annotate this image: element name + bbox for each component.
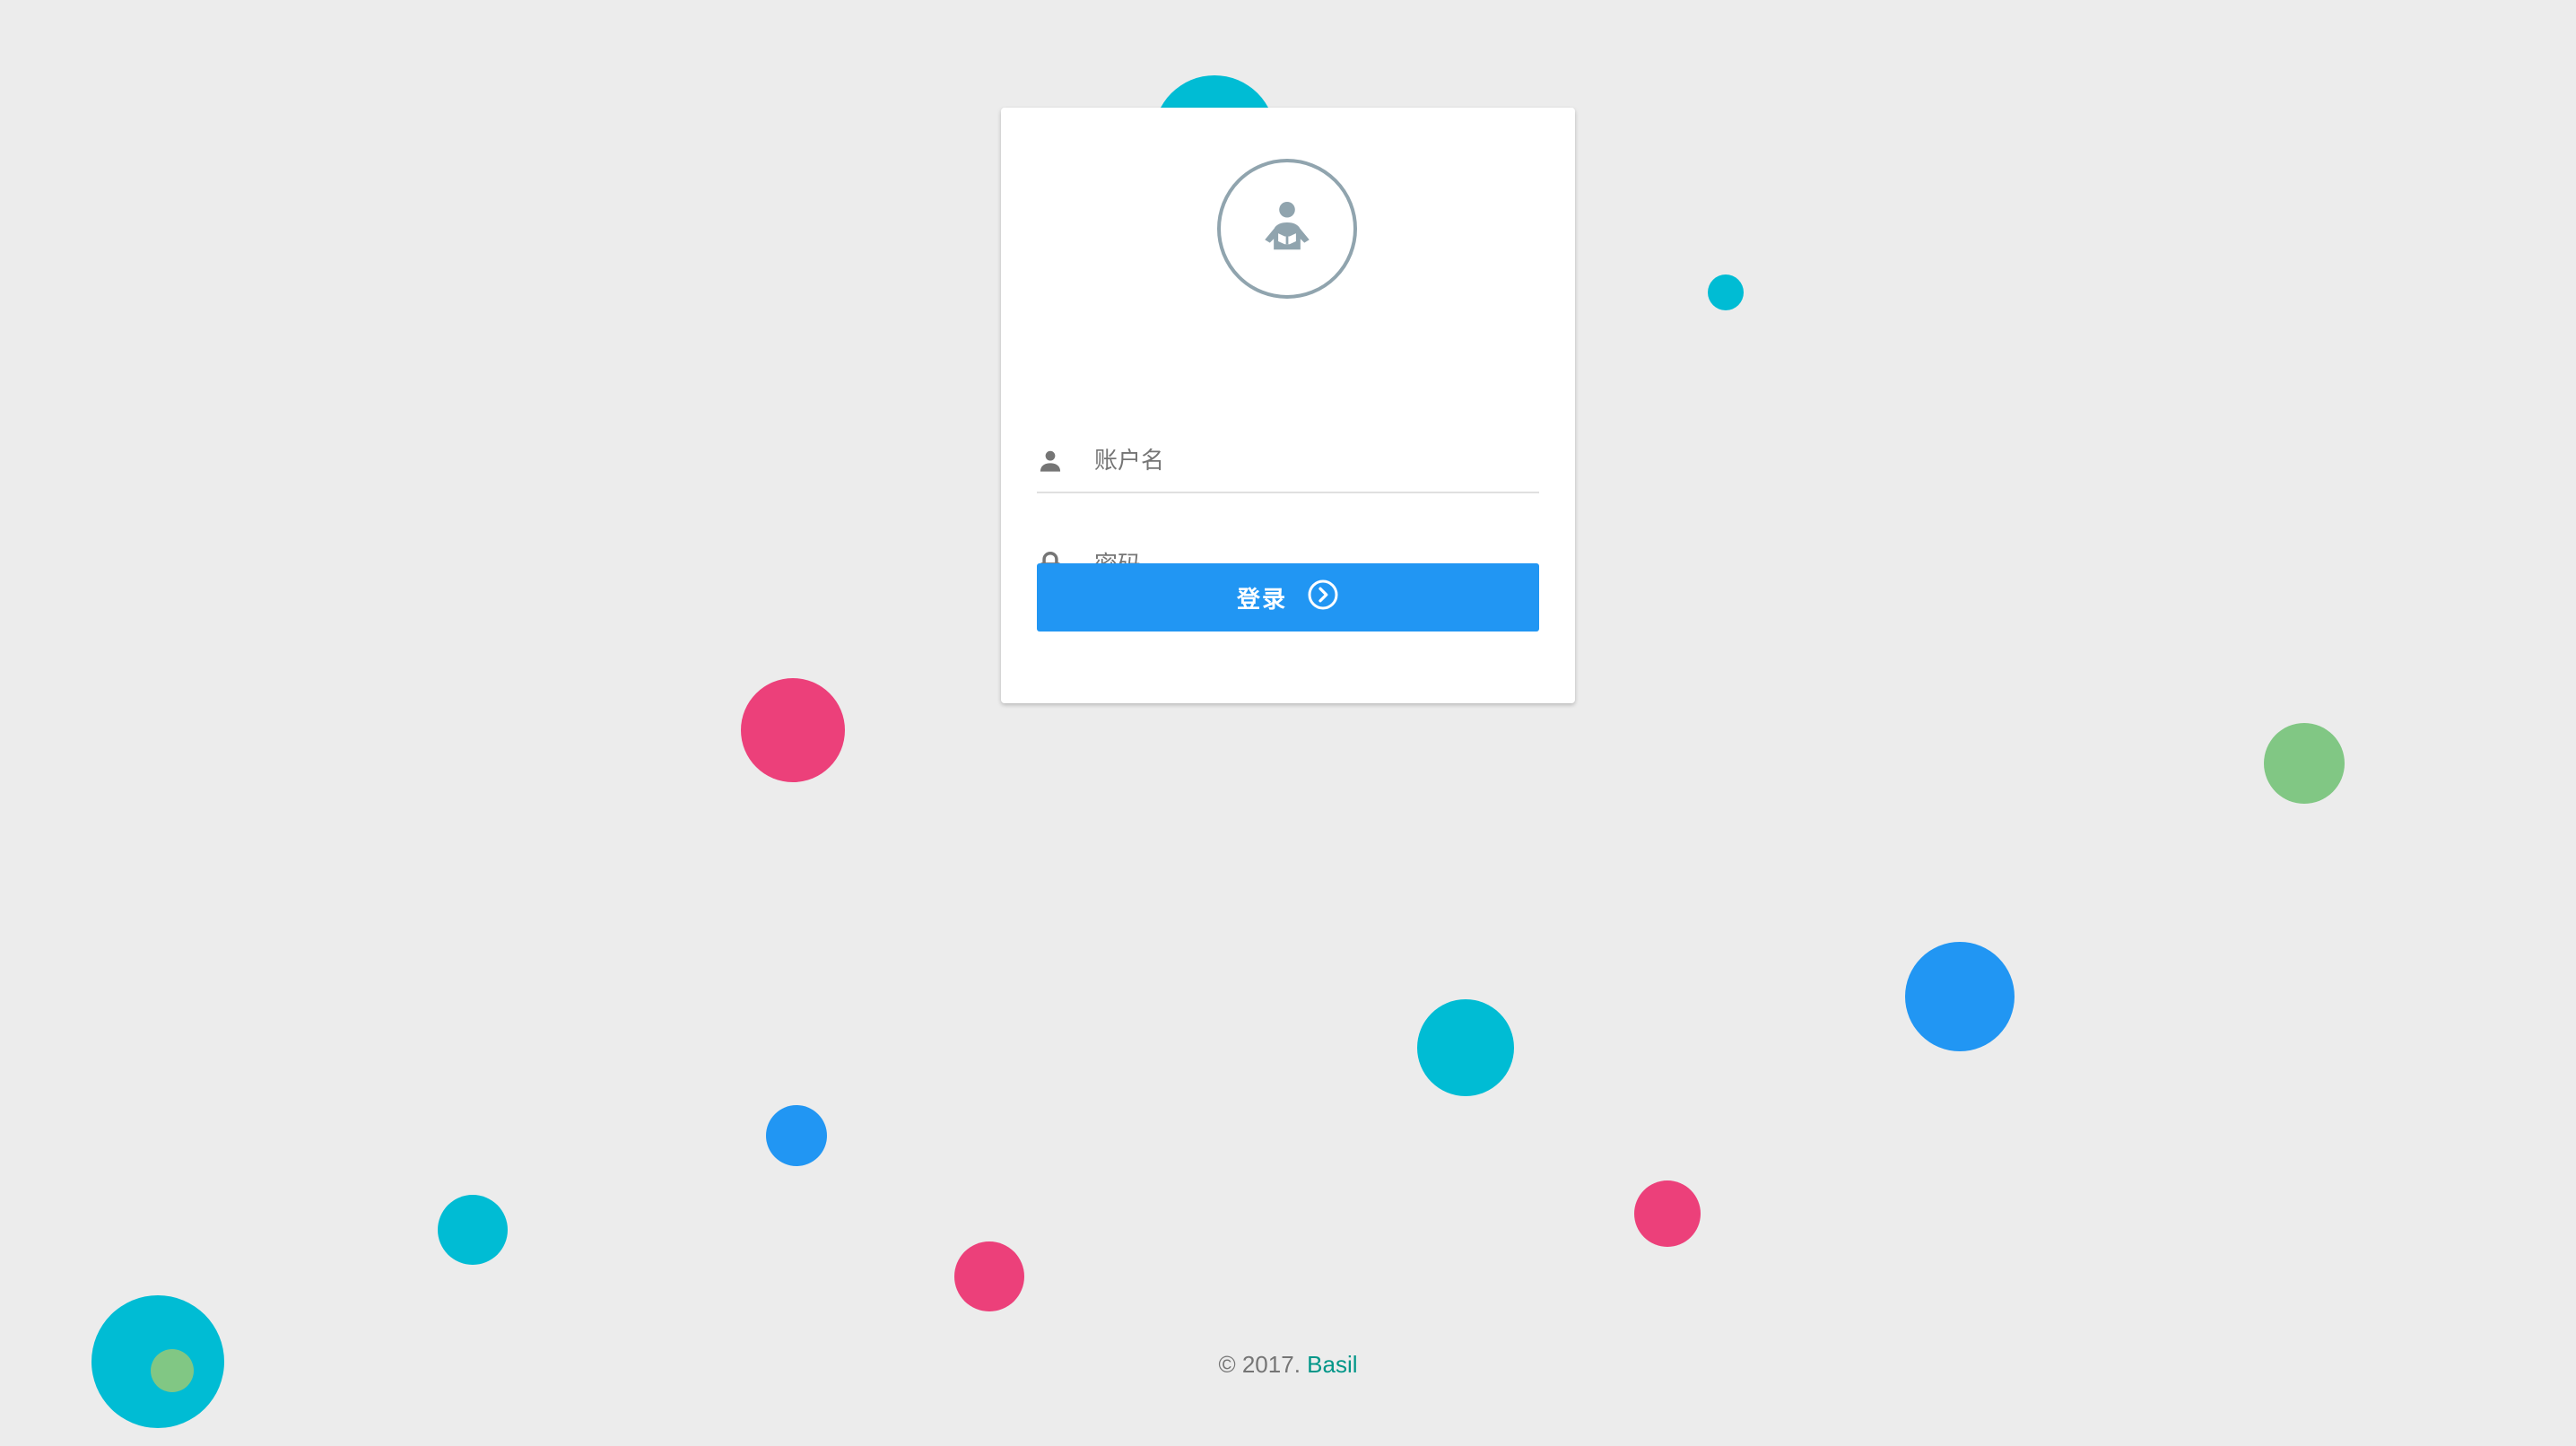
background-bubble [1634, 1180, 1701, 1247]
person-icon [1037, 446, 1064, 476]
login-card: 登录 [1001, 108, 1575, 703]
background-bubble [1708, 274, 1744, 310]
login-page: 登录 © 2017. Basil [0, 0, 2576, 1446]
brand-link[interactable]: Basil [1307, 1351, 1357, 1378]
background-bubble [2264, 723, 2345, 804]
background-bubble [1905, 942, 2015, 1051]
reader-icon [1258, 197, 1317, 261]
username-field [1037, 431, 1539, 493]
avatar [1217, 159, 1357, 299]
login-button[interactable]: 登录 [1037, 563, 1539, 632]
background-bubble [766, 1105, 827, 1166]
login-button-label: 登录 [1236, 586, 1287, 614]
username-input[interactable] [1094, 434, 1539, 488]
footer: © 2017. Basil [0, 1351, 2576, 1379]
background-bubble [741, 678, 845, 782]
background-bubble [954, 1241, 1024, 1311]
copyright-text: © 2017. [1218, 1351, 1301, 1378]
background-bubble [1417, 999, 1514, 1096]
background-bubble [438, 1195, 508, 1265]
chevron-right-circle-icon [1307, 579, 1339, 617]
